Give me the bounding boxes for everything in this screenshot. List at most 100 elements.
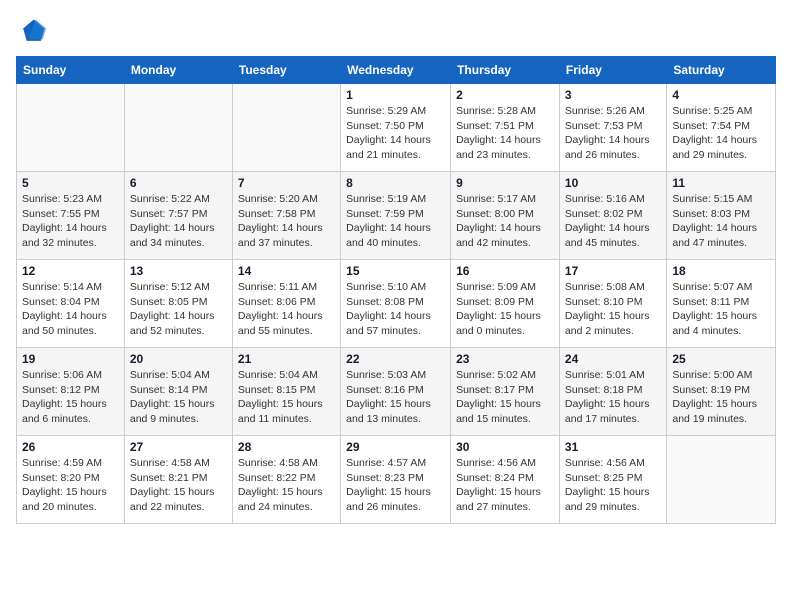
day-info: Sunrise: 4:57 AMSunset: 8:23 PMDaylight:… — [346, 456, 445, 515]
calendar-cell: 23Sunrise: 5:02 AMSunset: 8:17 PMDayligh… — [451, 348, 560, 436]
day-number: 22 — [346, 352, 445, 366]
day-info: Sunrise: 5:17 AMSunset: 8:00 PMDaylight:… — [456, 192, 554, 251]
day-number: 14 — [238, 264, 335, 278]
calendar-cell: 14Sunrise: 5:11 AMSunset: 8:06 PMDayligh… — [232, 260, 340, 348]
day-info: Sunrise: 5:01 AMSunset: 8:18 PMDaylight:… — [565, 368, 661, 427]
calendar-cell: 22 Sunrise: 5:03 AMSunset: 8:16 PMDayligh… — [341, 348, 451, 436]
day-number: 20 — [130, 352, 227, 366]
weekday-header-wednesday: Wednesday — [341, 57, 451, 84]
day-info: Sunrise: 5:12 AMSunset: 8:05 PMDaylight:… — [130, 280, 227, 339]
day-number: 18 — [672, 264, 770, 278]
calendar-cell: 26 Sunrise: 4:59 AMSunset: 8:20 PMDayligh… — [17, 436, 125, 524]
day-number: 8 — [346, 176, 445, 190]
calendar-cell — [667, 436, 776, 524]
calendar-header — [16, 16, 776, 48]
day-info: Sunrise: 4:58 AMSunset: 8:21 PMDaylight:… — [130, 456, 227, 515]
logo — [16, 16, 52, 48]
weekday-header-monday: Monday — [124, 57, 232, 84]
day-info: Sunrise: 5:29 AMSunset: 7:50 PMDaylight:… — [346, 104, 445, 163]
calendar-table: SundayMondayTuesdayWednesdayThursdayFrid… — [16, 56, 776, 524]
calendar-cell: 6 Sunrise: 5:22 AMSunset: 7:57 PMDaylight… — [124, 172, 232, 260]
day-info: Sunrise: 5:14 AMSunset: 8:04 PMDaylight:… — [22, 280, 119, 339]
day-info: Sunrise: 5:22 AMSunset: 7:57 PMDaylight:… — [130, 192, 227, 251]
calendar-cell: 24 Sunrise: 5:01 AMSunset: 8:18 PMDayligh… — [559, 348, 666, 436]
weekday-header-saturday: Saturday — [667, 57, 776, 84]
weekday-header-sunday: Sunday — [17, 57, 125, 84]
calendar-cell: 7 Sunrise: 5:20 AMSunset: 7:58 PMDaylight… — [232, 172, 340, 260]
day-number: 13 — [130, 264, 227, 278]
day-number: 17 — [565, 264, 661, 278]
day-info: Sunrise: 5:23 AMSunset: 7:55 PMDaylight:… — [22, 192, 119, 251]
calendar-cell: 28 Sunrise: 4:58 AMSunset: 8:22 PMDayligh… — [232, 436, 340, 524]
calendar-cell: 19 Sunrise: 5:06 AMSunset: 8:12 PMDayligh… — [17, 348, 125, 436]
day-number: 9 — [456, 176, 554, 190]
calendar-cell: 30Sunrise: 4:56 AMSunset: 8:24 PMDayligh… — [451, 436, 560, 524]
day-info: Sunrise: 4:59 AMSunset: 8:20 PMDaylight:… — [22, 456, 119, 515]
day-info: Sunrise: 5:06 AMSunset: 8:12 PMDaylight:… — [22, 368, 119, 427]
day-number: 1 — [346, 88, 445, 102]
calendar-cell: 12 Sunrise: 5:14 AMSunset: 8:04 PMDayligh… — [17, 260, 125, 348]
day-number: 28 — [238, 440, 335, 454]
weekday-header-friday: Friday — [559, 57, 666, 84]
day-info: Sunrise: 4:56 AMSunset: 8:25 PMDaylight:… — [565, 456, 661, 515]
day-info: Sunrise: 5:28 AMSunset: 7:51 PMDaylight:… — [456, 104, 554, 163]
day-number: 15 — [346, 264, 445, 278]
day-number: 5 — [22, 176, 119, 190]
day-number: 29 — [346, 440, 445, 454]
calendar-cell: 8 Sunrise: 5:19 AMSunset: 7:59 PMDaylight… — [341, 172, 451, 260]
day-number: 27 — [130, 440, 227, 454]
day-number: 3 — [565, 88, 661, 102]
day-number: 12 — [22, 264, 119, 278]
calendar-cell: 3 Sunrise: 5:26 AMSunset: 7:53 PMDaylight… — [559, 84, 666, 172]
day-number: 21 — [238, 352, 335, 366]
weekday-header-tuesday: Tuesday — [232, 57, 340, 84]
calendar-cell — [124, 84, 232, 172]
calendar-cell: 11 Sunrise: 5:15 AMSunset: 8:03 PMDayligh… — [667, 172, 776, 260]
logo-icon — [16, 16, 48, 48]
calendar-cell: 15Sunrise: 5:10 AMSunset: 8:08 PMDayligh… — [341, 260, 451, 348]
day-number: 23 — [456, 352, 554, 366]
day-info: Sunrise: 5:25 AMSunset: 7:54 PMDaylight:… — [672, 104, 770, 163]
calendar-cell: 25 Sunrise: 5:00 AMSunset: 8:19 PMDayligh… — [667, 348, 776, 436]
day-info: Sunrise: 5:20 AMSunset: 7:58 PMDaylight:… — [238, 192, 335, 251]
calendar-cell: 4 Sunrise: 5:25 AMSunset: 7:54 PMDaylight… — [667, 84, 776, 172]
calendar-cell: 27 Sunrise: 4:58 AMSunset: 8:21 PMDayligh… — [124, 436, 232, 524]
day-info: Sunrise: 5:04 AMSunset: 8:15 PMDaylight:… — [238, 368, 335, 427]
day-info: Sunrise: 4:56 AMSunset: 8:24 PMDaylight:… — [456, 456, 554, 515]
day-number: 19 — [22, 352, 119, 366]
day-number: 25 — [672, 352, 770, 366]
calendar-cell — [232, 84, 340, 172]
day-number: 26 — [22, 440, 119, 454]
calendar-cell: 1 Sunrise: 5:29 AMSunset: 7:50 PMDaylight… — [341, 84, 451, 172]
weekday-header-thursday: Thursday — [451, 57, 560, 84]
day-info: Sunrise: 5:26 AMSunset: 7:53 PMDaylight:… — [565, 104, 661, 163]
calendar-cell — [17, 84, 125, 172]
day-number: 24 — [565, 352, 661, 366]
calendar-cell: 13 Sunrise: 5:12 AMSunset: 8:05 PMDayligh… — [124, 260, 232, 348]
day-number: 4 — [672, 88, 770, 102]
day-info: Sunrise: 5:00 AMSunset: 8:19 PMDaylight:… — [672, 368, 770, 427]
calendar-cell: 17 Sunrise: 5:08 AMSunset: 8:10 PMDayligh… — [559, 260, 666, 348]
day-info: Sunrise: 5:15 AMSunset: 8:03 PMDaylight:… — [672, 192, 770, 251]
calendar-cell: 20Sunrise: 5:04 AMSunset: 8:14 PMDayligh… — [124, 348, 232, 436]
day-number: 16 — [456, 264, 554, 278]
day-info: Sunrise: 5:19 AMSunset: 7:59 PMDaylight:… — [346, 192, 445, 251]
day-info: Sunrise: 5:03 AMSunset: 8:16 PMDaylight:… — [346, 368, 445, 427]
day-info: Sunrise: 4:58 AMSunset: 8:22 PMDaylight:… — [238, 456, 335, 515]
day-info: Sunrise: 5:08 AMSunset: 8:10 PMDaylight:… — [565, 280, 661, 339]
calendar-cell: 18 Sunrise: 5:07 AMSunset: 8:11 PMDayligh… — [667, 260, 776, 348]
day-info: Sunrise: 5:09 AMSunset: 8:09 PMDaylight:… — [456, 280, 554, 339]
day-info: Sunrise: 5:07 AMSunset: 8:11 PMDaylight:… — [672, 280, 770, 339]
day-number: 31 — [565, 440, 661, 454]
calendar-cell: 5 Sunrise: 5:23 AMSunset: 7:55 PMDaylight… — [17, 172, 125, 260]
day-number: 11 — [672, 176, 770, 190]
calendar-cell: 9 Sunrise: 5:17 AMSunset: 8:00 PMDaylight… — [451, 172, 560, 260]
day-number: 6 — [130, 176, 227, 190]
calendar-cell: 16 Sunrise: 5:09 AMSunset: 8:09 PMDayligh… — [451, 260, 560, 348]
calendar-cell: 10Sunrise: 5:16 AMSunset: 8:02 PMDayligh… — [559, 172, 666, 260]
day-number: 2 — [456, 88, 554, 102]
calendar-cell: 29 Sunrise: 4:57 AMSunset: 8:23 PMDayligh… — [341, 436, 451, 524]
calendar-cell: 21 Sunrise: 5:04 AMSunset: 8:15 PMDayligh… — [232, 348, 340, 436]
day-number: 7 — [238, 176, 335, 190]
day-info: Sunrise: 5:16 AMSunset: 8:02 PMDaylight:… — [565, 192, 661, 251]
